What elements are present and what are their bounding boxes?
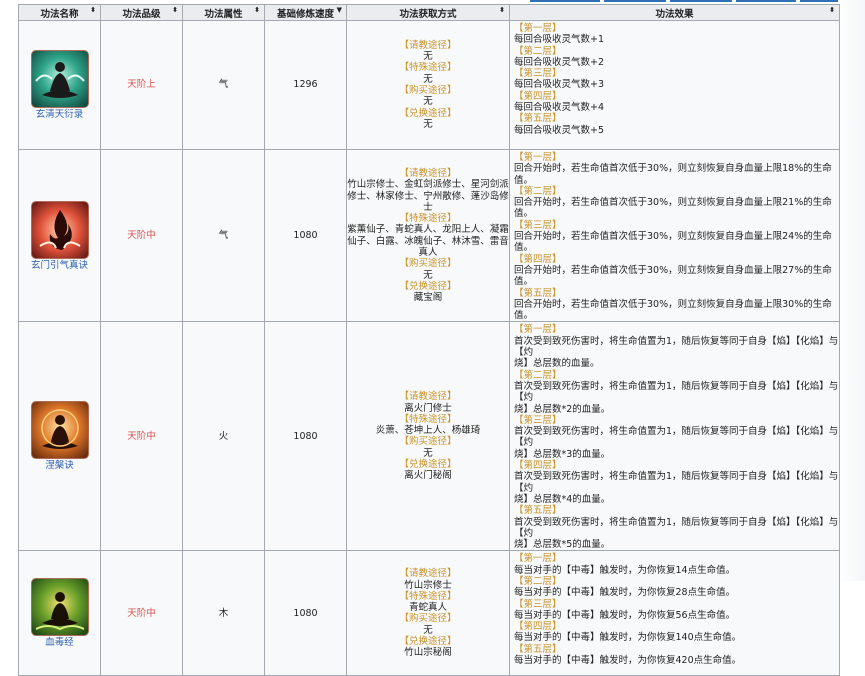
col-header-effect[interactable]: 功法效果 ⬍	[509, 4, 840, 21]
gongfa-name-cell: 涅槃诀	[18, 321, 101, 552]
sort-desc-icon[interactable]: ▼	[337, 6, 342, 14]
col-header-grade[interactable]: 功法品级 ⬍	[100, 4, 183, 21]
top-tab-strip	[0, 0, 865, 2]
right-decoration	[838, 0, 865, 581]
table-row: 玄清天衍录 天阶上 气 1296 【请教途径】无 【特殊途径】无 【购买途径】无…	[18, 20, 840, 150]
col-header-speed[interactable]: 基础修炼速度 ▼	[264, 4, 347, 21]
gongfa-name-cell: 玄清天衍录	[18, 20, 101, 150]
col-header-name[interactable]: 功法名称 ⬍	[18, 4, 101, 21]
col-header-source[interactable]: 功法获取方式 ⬍	[346, 4, 510, 21]
sort-icon[interactable]: ⬍	[499, 6, 505, 14]
gongfa-table: 功法名称 ⬍ 功法品级 ⬍ 功法属性 ⬍ 基础修炼速度 ▼ 功法获取方式 ⬍ 功法效果 ⬍	[18, 4, 840, 676]
sort-icon[interactable]: ⬍	[172, 6, 178, 14]
poison-meditation-icon[interactable]	[30, 578, 89, 637]
source-cell: 【请教途径】 离火门修士 【特殊途径】 炎萧、苍坤上人、杨雄琦 【购买途径】无 【兑…	[346, 321, 510, 552]
effect-cell: 【第一层】 每回合吸收灵气数+1 【第二层】 每回合吸收灵气数+2 【第三层】 每回合…	[509, 20, 840, 150]
effect-cell: 【第一层】 每当对手的【中毒】触发时，为你恢复14点生命值。 【第二层】 每当对手的…	[509, 550, 840, 676]
speed-cell: 1080	[264, 148, 347, 323]
sort-icon[interactable]: ⬍	[254, 6, 260, 14]
effect-cell: 【第一层】 首次受到致死伤害时，将生命值置为1，随后恢复等同于自身【焰】【化焰】与…	[509, 321, 840, 552]
attr-cell: 火	[182, 321, 265, 552]
grade-cell: 天阶中	[100, 148, 183, 323]
table-row: 涅槃诀 天阶中 火 1080 【请教途径】 离火门修士 【特殊途径】 炎萧、苍坤上人…	[18, 321, 840, 552]
speed-cell: 1080	[264, 550, 347, 676]
source-cell: 【请教途径】无 【特殊途径】无 【购买途径】无 【兑换途径】无	[346, 20, 510, 150]
source-cell: 【请教途径】 竹山宗修士、金虹剑派修士、星河剑派修士、林家修士、宁州散修、蓬沙岛修…	[346, 148, 510, 323]
grade-cell: 天阶中	[100, 550, 183, 676]
table-row: 玄门引气真诀 天阶中 气 1080 【请教途径】 竹山宗修士、金虹剑派修士、星河剑…	[18, 148, 840, 323]
attr-cell: 木	[182, 550, 265, 676]
gongfa-name[interactable]: 涅槃诀	[19, 460, 100, 471]
fire-meditation-icon[interactable]	[30, 401, 89, 460]
effect-cell: 【第一层】 回合开始时，若生命值首次低于30%，则立刻恢复自身血量上限18%的生命…	[509, 148, 840, 323]
table-row: 血毒经 天阶中 木 1080 【请教途径】 竹山宗修士 【特殊途径】 青蛇真人 【购…	[18, 550, 840, 676]
sort-icon[interactable]: ⬍	[90, 6, 96, 14]
col-header-attr[interactable]: 功法属性 ⬍	[182, 4, 265, 21]
gongfa-name[interactable]: 玄清天衍录	[19, 109, 100, 120]
speed-cell: 1080	[264, 321, 347, 552]
meditation-teal-icon[interactable]	[30, 49, 89, 108]
gongfa-name[interactable]: 玄门引气真诀	[19, 260, 100, 271]
attr-cell: 气	[182, 20, 265, 150]
grade-cell: 天阶中	[100, 321, 183, 552]
sort-icon[interactable]: ⬍	[829, 6, 835, 14]
gongfa-name-cell: 血毒经	[18, 550, 101, 676]
flame-red-icon[interactable]	[30, 200, 89, 259]
attr-cell: 气	[182, 148, 265, 323]
gongfa-name-cell: 玄门引气真诀	[18, 148, 101, 323]
gongfa-name[interactable]: 血毒经	[19, 637, 100, 648]
speed-cell: 1296	[264, 20, 347, 150]
source-cell: 【请教途径】 竹山宗修士 【特殊途径】 青蛇真人 【购买途径】无 【兑换途径】 竹山宗…	[346, 550, 510, 676]
grade-cell: 天阶上	[100, 20, 183, 150]
